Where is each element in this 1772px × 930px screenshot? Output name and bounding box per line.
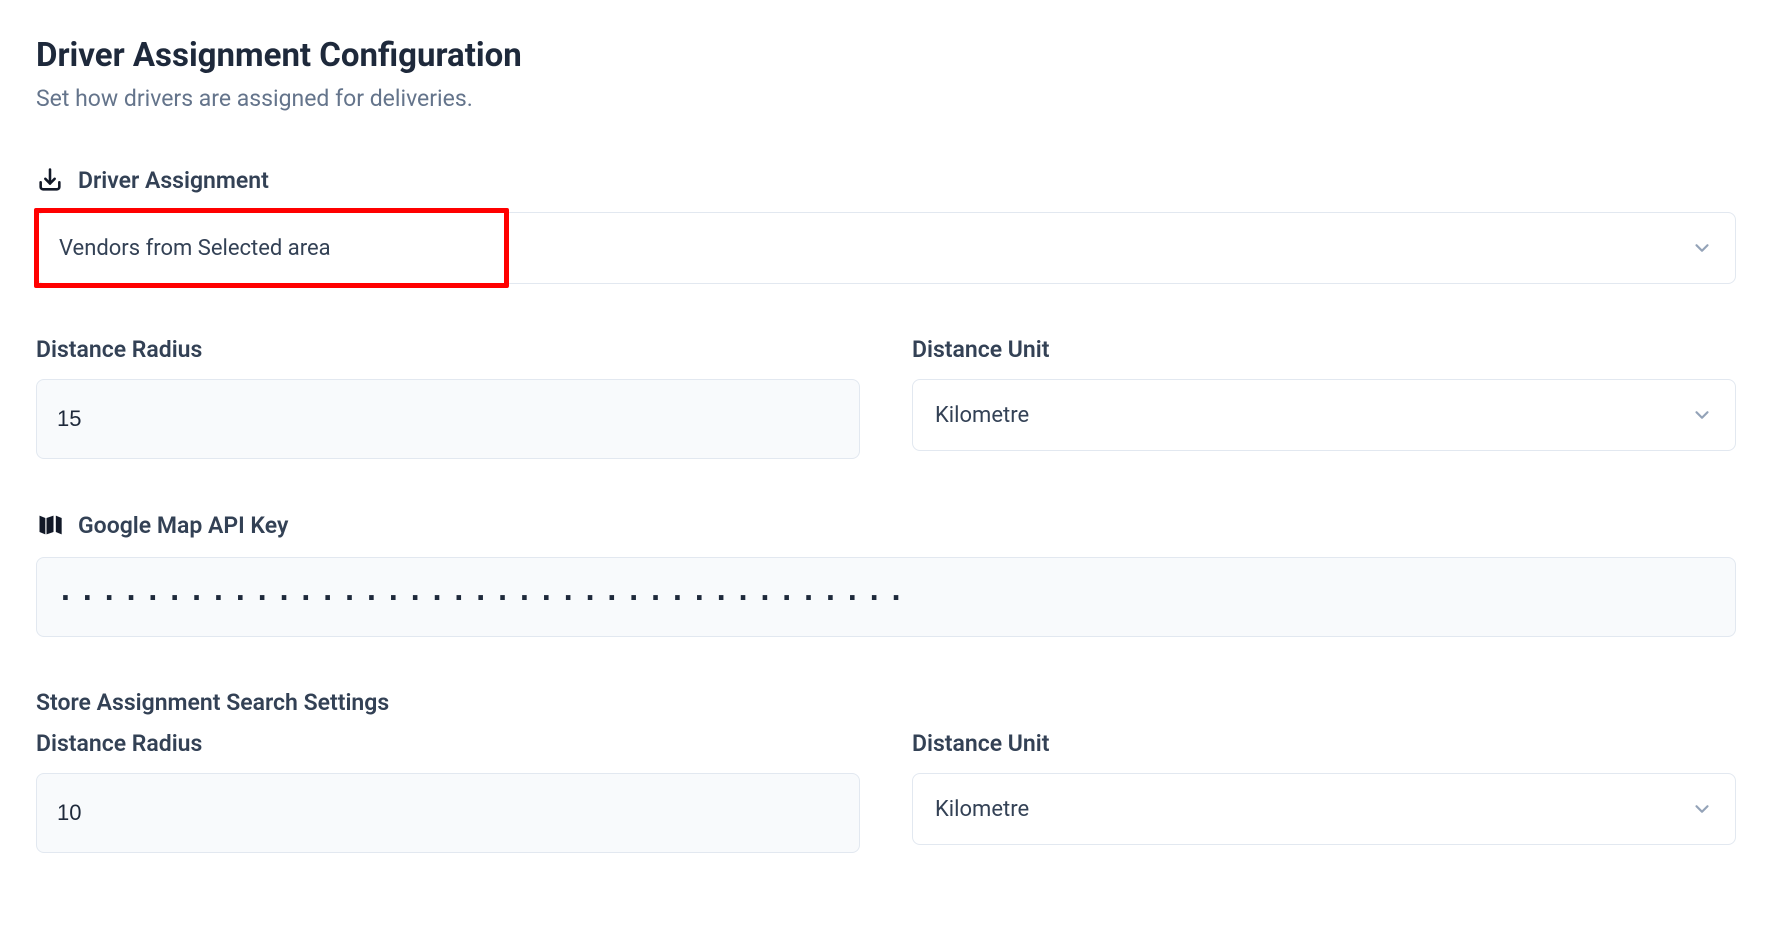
store-distance-radius-input[interactable] [36, 773, 860, 853]
store-distance-radius-label: Distance Radius [36, 730, 860, 757]
store-search-section: Store Assignment Search Settings Distanc… [36, 689, 1736, 853]
api-key-input[interactable]: ······································· [36, 557, 1736, 637]
distance-radius-field: Distance Radius [36, 336, 860, 459]
driver-assignment-select[interactable]: Vendors from Selected area [36, 212, 1736, 284]
distance-unit-field: Distance Unit Kilometre [912, 336, 1736, 459]
chevron-down-icon [1691, 798, 1713, 820]
page-title: Driver Assignment Configuration [36, 36, 1736, 75]
store-distance-radius-field: Distance Radius [36, 730, 860, 853]
driver-assignment-select-value: Vendors from Selected area [59, 236, 331, 261]
chevron-down-icon [1691, 404, 1713, 426]
driver-assignment-label-text: Driver Assignment [78, 167, 269, 194]
distance-radius-input[interactable] [36, 379, 860, 459]
assignment-icon [36, 166, 64, 194]
distance-radius-label: Distance Radius [36, 336, 860, 363]
store-distance-unit-field: Distance Unit Kilometre [912, 730, 1736, 853]
distance-unit-select-value: Kilometre [935, 403, 1029, 428]
store-distance-unit-select[interactable]: Kilometre [912, 773, 1736, 845]
api-key-label: Google Map API Key [36, 511, 1736, 539]
distance-unit-label: Distance Unit [912, 336, 1736, 363]
store-distance-unit-select-value: Kilometre [935, 797, 1029, 822]
chevron-down-icon [1691, 237, 1713, 259]
distance-unit-select[interactable]: Kilometre [912, 379, 1736, 451]
map-icon [36, 511, 64, 539]
driver-assignment-label: Driver Assignment [36, 166, 1736, 194]
api-key-masked: ······································· [57, 558, 909, 636]
distance-row: Distance Radius Distance Unit Kilometre [36, 336, 1736, 459]
api-key-label-text: Google Map API Key [78, 512, 288, 539]
driver-assignment-field: Driver Assignment Vendors from Selected … [36, 166, 1736, 284]
store-search-title: Store Assignment Search Settings [36, 689, 1736, 716]
api-key-field: Google Map API Key ·····················… [36, 511, 1736, 637]
store-distance-unit-label: Distance Unit [912, 730, 1736, 757]
page-subtitle: Set how drivers are assigned for deliver… [36, 85, 1736, 112]
